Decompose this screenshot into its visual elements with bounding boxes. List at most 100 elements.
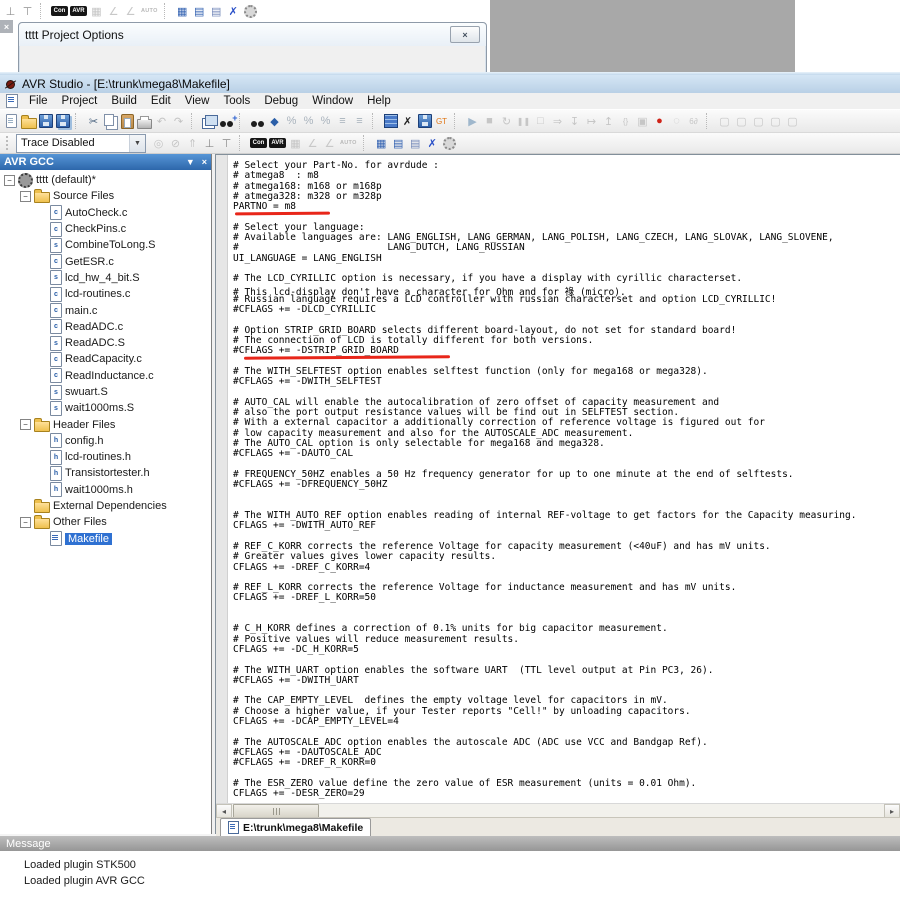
undo-icon[interactable]: ↶ [153,113,170,130]
project-panel-header[interactable]: AVR GCC ▼ × [0,154,211,170]
register-window-icon[interactable]: ▢ [733,113,750,130]
tree-item-header-files[interactable]: −Header Files [0,416,211,432]
menu-item-help[interactable]: Help [360,95,398,107]
save-all-icon[interactable] [54,113,71,130]
memory-window-icon[interactable]: ▢ [750,113,767,130]
goto-cursor-icon[interactable]: ◆ [266,113,283,130]
redo-icon[interactable]: ↷ [170,113,187,130]
copy-icon[interactable] [102,113,119,130]
tree-item-main-c[interactable]: cmain.c [0,302,211,318]
tree-item-lcd-routines-h[interactable]: hlcd-routines.h [0,449,211,465]
cascade-windows-icon[interactable] [201,113,218,130]
send-stack-icon[interactable]: ▤ [208,3,225,20]
breakpoint-icon[interactable]: ● [651,113,668,130]
tree-item-external-dependencies[interactable]: External Dependencies [0,498,211,514]
step-over-icon[interactable]: ↦ [583,113,600,130]
avr-badge-icon[interactable]: AVR [269,138,286,148]
dock-top-icon[interactable]: ⊤ [218,135,235,152]
tree-item-swuart-s[interactable]: sswuart.S [0,384,211,400]
cut-icon[interactable]: ✂ [85,113,102,130]
tree-item-readadc-c[interactable]: cReadADC.c [0,319,211,335]
step-into-icon[interactable]: ↧ [566,113,583,130]
scrollbar-thumb[interactable] [233,804,319,818]
step-out-icon[interactable]: ↥ [600,113,617,130]
menu-item-project[interactable]: Project [55,95,105,107]
avr-gcc-icon[interactable]: GT [433,113,450,130]
editor-text-area[interactable]: # Select your Part-No. for avrdude :# at… [216,155,900,803]
auto-icon[interactable]: AUTO [141,8,158,14]
debug-run-icon[interactable]: ▶ [464,113,481,130]
find-in-files-icon[interactable] [218,113,235,130]
background-pane-close-icon[interactable]: × [0,20,13,33]
tree-item-tttt-default-[interactable]: −tttt (default)* [0,172,211,188]
send-stack-icon[interactable]: ▤ [407,135,424,152]
tree-item-combinetolong-s[interactable]: sCombineToLong.S [0,237,211,253]
panel-close-icon[interactable]: × [202,157,207,167]
menu-item-view[interactable]: View [178,95,217,107]
tree-item-readcapacity-c[interactable]: cReadCapacity.c [0,351,211,367]
close-connection-icon[interactable]: ✗ [424,135,441,152]
indent-icon[interactable]: ≡ [334,113,351,130]
tree-item-lcd-routines-c[interactable]: clcd-routines.c [0,286,211,302]
auto-icon[interactable]: AUTO [340,140,357,146]
jump-trace-icon[interactable]: ⇑ [184,135,201,152]
chip-icon[interactable]: ▦ [287,135,304,152]
dock-bottom-icon[interactable]: ⊥ [201,135,218,152]
stk500-dialog-icon[interactable]: ▦ [174,3,191,20]
debug-reset-icon[interactable]: ↻ [498,113,515,130]
expand-icon[interactable]: − [4,175,15,186]
close-connection-icon[interactable]: ✗ [225,3,242,20]
bookmark-toggle-icon[interactable]: % [283,113,300,130]
isp-wire-icon[interactable]: ∠ [105,3,122,20]
new-file-icon[interactable] [3,113,20,130]
tree-item-autocheck-c[interactable]: cAutoCheck.c [0,205,211,221]
tree-item-other-files[interactable]: −Other Files [0,514,211,530]
tree-item-makefile[interactable]: Makefile [0,531,211,547]
avr-flash-icon[interactable] [416,113,433,130]
dock-top-icon[interactable]: ⊤ [19,3,36,20]
jtag-wire-icon[interactable]: ∠ [321,135,338,152]
avr-disconnect-icon[interactable]: ✗ [399,113,416,130]
tree-item-config-h[interactable]: hconfig.h [0,433,211,449]
remove-breakpoints-icon[interactable]: ◌ [668,113,685,130]
dialog-titlebar[interactable]: tttt Project Options × [19,23,486,46]
toolbar-handle[interactable] [6,136,13,150]
connect-badge-icon[interactable]: Con [51,6,68,16]
jtag-wire-icon[interactable]: ∠ [122,3,139,20]
tree-item-readinductance-c[interactable]: cReadInductance.c [0,368,211,384]
clear-trace-icon[interactable]: ⊘ [167,135,184,152]
bookmark-next-icon[interactable]: % [300,113,317,130]
disassembler-window-icon[interactable]: ▢ [767,113,784,130]
tree-item-lcd-hw-4-bit-s[interactable]: slcd_hw_4_bit.S [0,270,211,286]
titlebar[interactable]: AVR Studio - [E:\trunk\mega8\Makefile] [0,75,900,93]
debug-stop-icon[interactable]: ■ [481,113,498,130]
open-file-icon[interactable] [20,113,37,130]
print-icon[interactable] [136,113,153,130]
editor-selection-margin[interactable] [216,155,228,803]
tree-item-readadc-s[interactable]: sReadADC.S [0,335,211,351]
quickwatch-icon[interactable]: 6∂ [685,113,702,130]
plugin-gear-icon[interactable] [441,135,458,152]
tree-item-wait1000ms-s[interactable]: swait1000ms.S [0,400,211,416]
panel-menu-icon[interactable]: ▼ [186,157,195,167]
bookmark-prev-icon[interactable]: % [317,113,334,130]
debug-pause-icon[interactable]: ❚❚ [515,113,532,130]
stk500-next-icon[interactable]: ▤ [390,135,407,152]
connect-badge-icon[interactable]: Con [250,138,267,148]
menu-item-debug[interactable]: Debug [257,95,305,107]
tree-item-getesr-c[interactable]: cGetESR.c [0,253,211,269]
avr-badge-icon[interactable]: AVR [70,6,87,16]
avr-program-icon[interactable] [382,113,399,130]
tree-item-source-files[interactable]: −Source Files [0,188,211,204]
menu-item-build[interactable]: Build [104,95,144,107]
dialog-close-button[interactable]: × [450,26,480,43]
menu-item-window[interactable]: Window [305,95,360,107]
tree-item-transistortester-h[interactable]: hTransistortester.h [0,465,211,481]
stk500-dialog-icon[interactable]: ▦ [373,135,390,152]
autostep-icon[interactable]: {} [617,113,634,130]
show-next-statement-icon[interactable]: □ [532,113,549,130]
run-to-cursor-icon[interactable]: ⇒ [549,113,566,130]
find-icon[interactable] [249,113,266,130]
dock-bottom-icon[interactable]: ⊥ [2,3,19,20]
chevron-down-icon[interactable]: ▼ [129,135,145,152]
